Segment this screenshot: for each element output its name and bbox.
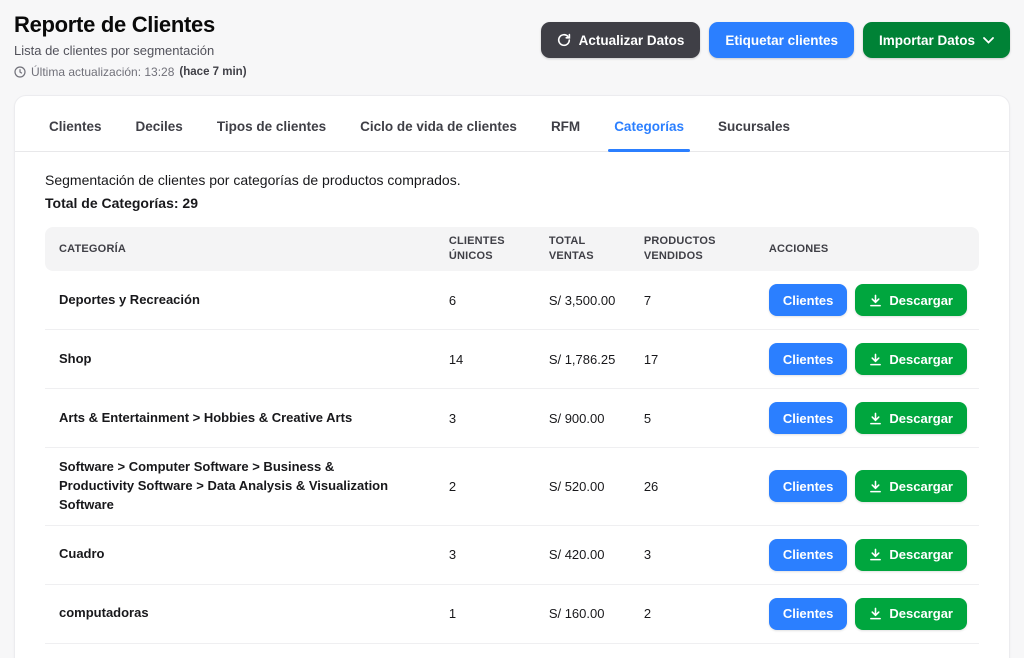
page-header: Reporte de Clientes Lista de clientes po… [0,0,1024,79]
clients-button[interactable]: Clientes [769,470,848,502]
page-subtitle: Lista de clientes por segmentación [14,43,247,58]
unique-clients-value: 3 [437,389,537,448]
download-button[interactable]: Descargar [855,598,967,630]
tab-deciles[interactable]: Deciles [136,96,183,151]
unique-clients-value: 2 [437,448,537,526]
total-sales-value: S/ 900.00 [537,389,632,448]
tag-clients-button[interactable]: Etiquetar clientes [709,22,854,58]
totals-clients: 29 [437,644,537,658]
download-button-label: Descargar [889,293,953,308]
refresh-button-label: Actualizar Datos [579,33,685,48]
segment-description: Segmentación de clientes por categorías … [45,172,979,188]
column-header-clients: Clientes Únicos [437,227,537,271]
total-sales-value: S/ 1,786.25 [537,330,632,389]
totals-products: 60 [632,644,757,658]
table-row: Deportes y Recreación 6 S/ 3,500.00 7 Cl… [45,271,979,330]
categories-table: Categoría Clientes Únicos Total Ventas P… [45,227,979,658]
category-name: Software > Computer Software > Business … [45,448,437,526]
total-sales-value: S/ 420.00 [537,526,632,585]
download-icon [869,480,882,493]
unique-clients-value: 14 [437,330,537,389]
category-name: Shop [45,330,437,389]
products-sold-value: 3 [632,526,757,585]
download-button-label: Descargar [889,411,953,426]
import-button-label: Importar Datos [879,33,975,48]
download-button-label: Descargar [889,606,953,621]
clients-button[interactable]: Clientes [769,598,848,630]
download-button[interactable]: Descargar [855,284,967,316]
products-sold-value: 17 [632,330,757,389]
clients-button[interactable]: Clientes [769,402,848,434]
last-update-text: Última actualización: 13:28 [31,65,174,79]
total-categories-label: Total de Categorías: 29 [45,195,979,211]
download-icon [869,412,882,425]
unique-clients-value: 1 [437,585,537,644]
products-sold-value: 2 [632,585,757,644]
download-button-label: Descargar [889,479,953,494]
download-icon [869,607,882,620]
tab-categorias[interactable]: Categorías [614,96,684,151]
tab-panel-categorias: Segmentación de clientes por categorías … [15,152,1009,658]
clock-icon [14,66,26,78]
clients-button[interactable]: Clientes [769,539,848,571]
download-button-label: Descargar [889,352,953,367]
totals-sales: S/ 7,286.25 [537,644,632,658]
products-sold-value: 7 [632,271,757,330]
last-update-ago: (hace 7 min) [179,66,246,78]
clients-button[interactable]: Clientes [769,343,848,375]
category-name: Arts & Entertainment > Hobbies & Creativ… [45,389,437,448]
column-header-actions: Acciones [757,227,979,271]
total-sales-value: S/ 160.00 [537,585,632,644]
header-actions: Actualizar Datos Etiquetar clientes Impo… [541,22,1010,58]
totals-label: Totales: [45,644,437,658]
table-header-row: Categoría Clientes Únicos Total Ventas P… [45,227,979,271]
refresh-icon [557,33,571,47]
download-button-label: Descargar [889,547,953,562]
column-header-products: Productos Vendidos [632,227,757,271]
download-button[interactable]: Descargar [855,402,967,434]
download-button[interactable]: Descargar [855,343,967,375]
category-name: Deportes y Recreación [45,271,437,330]
tab-ciclo-de-vida[interactable]: Ciclo de vida de clientes [360,96,517,151]
tab-clientes[interactable]: Clientes [49,96,102,151]
refresh-data-button[interactable]: Actualizar Datos [541,22,701,58]
table-row: computadoras 1 S/ 160.00 2 Clientes Desc… [45,585,979,644]
header-left: Reporte de Clientes Lista de clientes po… [14,12,247,79]
tab-tipos-de-clientes[interactable]: Tipos de clientes [217,96,326,151]
totals-row: Totales: 29 S/ 7,286.25 60 [45,644,979,658]
tabs-bar: Clientes Deciles Tipos de clientes Ciclo… [15,96,1009,152]
column-header-category: Categoría [45,227,437,271]
report-card: Clientes Deciles Tipos de clientes Ciclo… [14,95,1010,658]
import-data-button[interactable]: Importar Datos [863,22,1010,58]
page-title: Reporte de Clientes [14,12,247,38]
table-row: Cuadro 3 S/ 420.00 3 Clientes Descargar [45,526,979,585]
download-icon [869,353,882,366]
tab-sucursales[interactable]: Sucursales [718,96,790,151]
download-icon [869,294,882,307]
download-icon [869,548,882,561]
chevron-down-icon [983,37,994,44]
table-row: Arts & Entertainment > Hobbies & Creativ… [45,389,979,448]
total-sales-value: S/ 3,500.00 [537,271,632,330]
products-sold-value: 26 [632,448,757,526]
category-name: Cuadro [45,526,437,585]
download-button[interactable]: Descargar [855,539,967,571]
tab-rfm[interactable]: RFM [551,96,580,151]
products-sold-value: 5 [632,389,757,448]
table-row: Shop 14 S/ 1,786.25 17 Clientes Descarga… [45,330,979,389]
last-update-row: Última actualización: 13:28 (hace 7 min) [14,65,247,79]
clients-button[interactable]: Clientes [769,284,848,316]
unique-clients-value: 6 [437,271,537,330]
total-sales-value: S/ 520.00 [537,448,632,526]
column-header-sales: Total Ventas [537,227,632,271]
tag-clients-button-label: Etiquetar clientes [725,33,838,48]
download-button[interactable]: Descargar [855,470,967,502]
unique-clients-value: 3 [437,526,537,585]
table-row: Software > Computer Software > Business … [45,448,979,526]
category-name: computadoras [45,585,437,644]
